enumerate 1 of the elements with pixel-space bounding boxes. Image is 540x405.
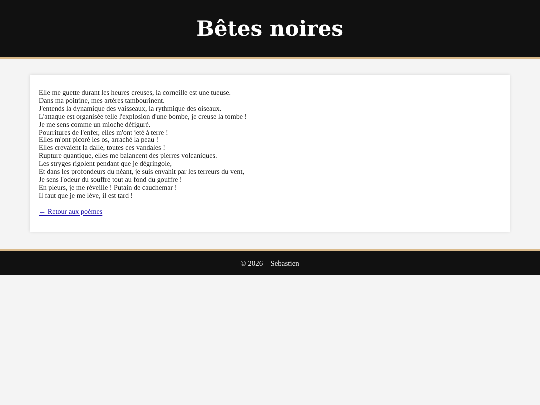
site-title: Bêtes noires (196, 16, 344, 41)
